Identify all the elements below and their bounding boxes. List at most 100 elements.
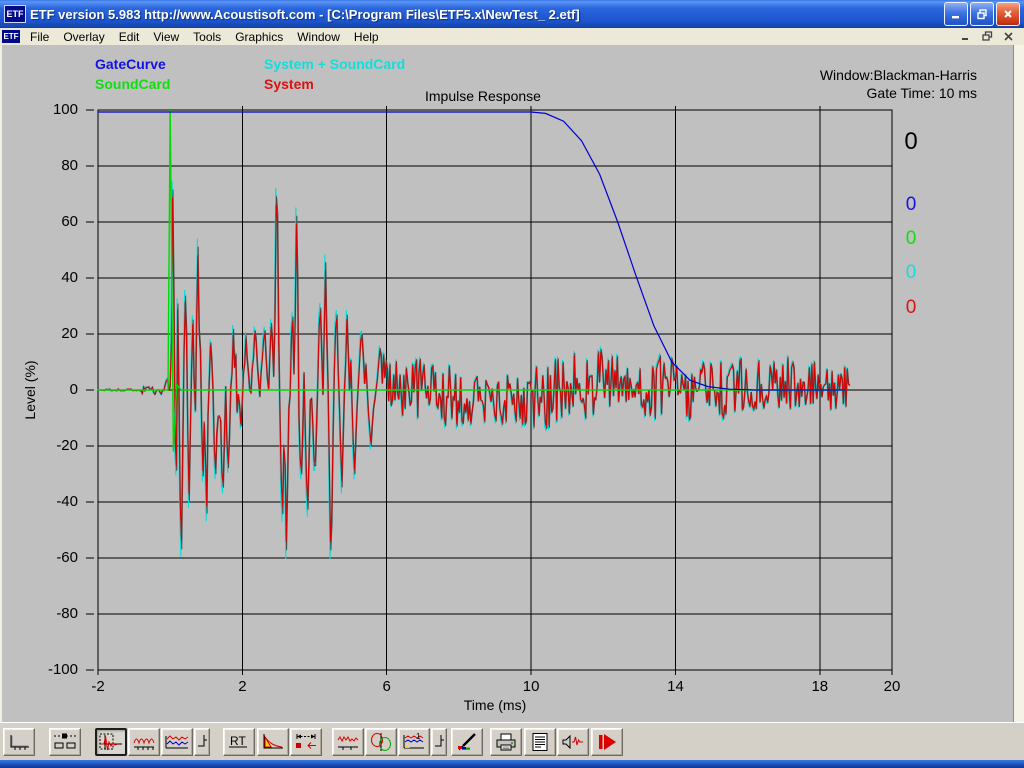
- y-tick-label: -80: [20, 605, 78, 622]
- waterfall-icon: [260, 732, 286, 752]
- child-restore-button[interactable]: [980, 30, 995, 43]
- axes-display-button[interactable]: [3, 728, 35, 756]
- menu-item-tools[interactable]: Tools: [186, 29, 228, 45]
- axis-corner-1-button[interactable]: [194, 728, 210, 756]
- waterfall-button[interactable]: [257, 728, 289, 756]
- run-measurement-button[interactable]: [591, 728, 623, 756]
- waves-red-icon: [131, 732, 157, 752]
- waves-one-icon: 1: [401, 732, 427, 752]
- sine-circles-icon: [368, 732, 394, 752]
- close-icon: [1003, 31, 1014, 42]
- svg-text:1: 1: [416, 732, 421, 741]
- window-gate-info: Window:Blackman-Harris Gate Time: 10 ms: [820, 66, 977, 102]
- minimize-icon: [950, 8, 962, 20]
- menu-item-view[interactable]: View: [146, 29, 186, 45]
- print-button[interactable]: [490, 728, 522, 756]
- gate-measure-button[interactable]: [290, 728, 322, 756]
- notes-button[interactable]: [524, 728, 556, 756]
- distortion-wave-button[interactable]: [332, 728, 364, 756]
- title-bar: ETF ETF version 5.983 http://www.Acousti…: [0, 0, 1024, 28]
- series-shadow: [98, 190, 850, 551]
- legend-gatecurve: GateCurve: [95, 56, 166, 72]
- rt-icon: RT: [226, 732, 252, 752]
- play-icon: [594, 732, 620, 752]
- y-tick-label: 100: [20, 101, 78, 118]
- corner-icon: [433, 732, 445, 752]
- x-tick-label: 2: [222, 678, 262, 695]
- level-sliders-button[interactable]: [49, 728, 81, 756]
- curve-offset-label: 0: [902, 194, 920, 216]
- frequency-response-button[interactable]: [128, 728, 160, 756]
- speaker-test-button[interactable]: [557, 728, 589, 756]
- x-tick-label: 14: [655, 678, 695, 695]
- gate-time-label: Gate Time: 10 ms: [820, 84, 977, 102]
- y-tick-label: -40: [20, 493, 78, 510]
- pencil-icon: [454, 732, 480, 752]
- x-tick-label: -2: [78, 678, 118, 695]
- speaker-impulse-icon: [560, 732, 586, 752]
- legend-soundcard: SoundCard: [95, 76, 170, 92]
- combined-display-button[interactable]: 1: [398, 728, 430, 756]
- minimize-button[interactable]: [944, 2, 968, 26]
- window-type-label: Window:Blackman-Harris: [820, 66, 977, 84]
- curve-offset-label: 0: [902, 228, 920, 250]
- y-tick-label: -60: [20, 549, 78, 566]
- curve-offset-label: 0: [902, 262, 920, 284]
- side-rail: [1014, 45, 1024, 722]
- y-axis-title: Level (%): [22, 330, 42, 450]
- menu-item-overlay[interactable]: Overlay: [56, 29, 111, 45]
- menu-item-edit[interactable]: Edit: [112, 29, 147, 45]
- curve-offset-label: 0: [902, 128, 920, 156]
- wave-line-icon: [335, 732, 361, 752]
- close-button[interactable]: [996, 2, 1020, 26]
- curve-offset-label: 0: [902, 297, 920, 319]
- menu-bar: ETF FileOverlayEditViewToolsGraphicsWind…: [0, 28, 1024, 46]
- x-tick-label: 20: [872, 678, 912, 695]
- axes-icon: [6, 732, 32, 752]
- color-editor-button[interactable]: [451, 728, 483, 756]
- close-icon: [1002, 8, 1014, 20]
- x-tick-label: 6: [367, 678, 407, 695]
- restore-icon: [982, 31, 993, 42]
- legend-system: System: [264, 76, 314, 92]
- overlay-curves-button[interactable]: [161, 728, 193, 756]
- restore-button[interactable]: [970, 2, 994, 26]
- menu-item-graphics[interactable]: Graphics: [228, 29, 290, 45]
- document-icon: ETF: [2, 30, 20, 43]
- impulse-response-button[interactable]: [95, 728, 127, 756]
- series-soundcard: [98, 110, 845, 452]
- waves-multi-icon: [164, 732, 190, 752]
- y-tick-label: 80: [20, 157, 78, 174]
- window-bottom-border: [0, 760, 1024, 768]
- menu-items: FileOverlayEditViewToolsGraphicsWindowHe…: [23, 29, 386, 45]
- corner-icon: [196, 732, 208, 752]
- sliders-icon: [52, 732, 78, 752]
- menu-item-help[interactable]: Help: [347, 29, 386, 45]
- bottom-toolbar: RT 1: [0, 722, 1024, 760]
- legend-system-soundcard: System + SoundCard: [264, 56, 405, 72]
- polarity-button[interactable]: [365, 728, 397, 756]
- impulse-response-chart: GateCurve SoundCard System + SoundCard Syst…: [0, 45, 1013, 722]
- window-title: ETF version 5.983 http://www.Acoustisoft…: [30, 7, 944, 22]
- app-window: ETF ETF version 5.983 http://www.Acousti…: [0, 0, 1024, 768]
- menu-item-file[interactable]: File: [23, 29, 56, 45]
- impulse-icon: [98, 732, 124, 752]
- reverb-time-button[interactable]: RT: [223, 728, 255, 756]
- chart-title: Impulse Response: [425, 88, 541, 104]
- x-tick-label: 18: [800, 678, 840, 695]
- child-window-controls: [959, 30, 1016, 43]
- printer-icon: [493, 732, 519, 752]
- child-minimize-button[interactable]: [959, 30, 974, 43]
- measure-icon: [293, 732, 319, 752]
- svg-text:RT: RT: [230, 734, 246, 748]
- restore-icon: [976, 8, 988, 20]
- app-icon: ETF: [4, 5, 26, 23]
- y-tick-label: 40: [20, 269, 78, 286]
- y-tick-label: 60: [20, 213, 78, 230]
- client-area: GateCurve SoundCard System + SoundCard Syst…: [0, 45, 1024, 722]
- x-axis-title: Time (ms): [425, 697, 565, 713]
- child-close-button[interactable]: [1001, 30, 1016, 43]
- menu-item-window[interactable]: Window: [290, 29, 347, 45]
- minimize-icon: [961, 31, 972, 42]
- axis-corner-2-button[interactable]: [431, 728, 447, 756]
